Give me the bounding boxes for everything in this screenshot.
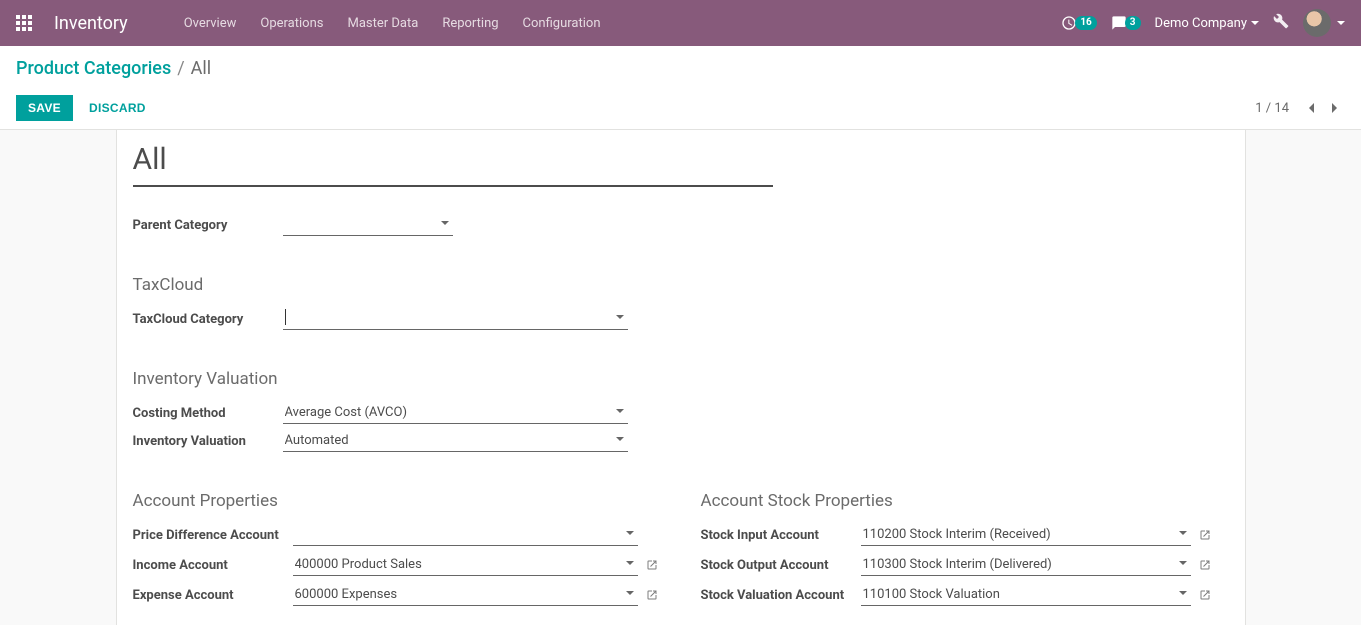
label-stock-output: Stock Output Account — [701, 558, 861, 573]
chevron-right-icon — [1331, 102, 1339, 114]
menu-configuration[interactable]: Configuration — [511, 16, 613, 31]
label-price-diff-account: Price Difference Account — [133, 528, 293, 543]
price-diff-account-input[interactable] — [293, 524, 638, 546]
main-menu: Overview Operations Master Data Reportin… — [172, 16, 613, 31]
caret-down-icon — [1337, 21, 1345, 25]
caret-down-icon — [1251, 21, 1259, 25]
form-sheet: Parent Category TaxCloud TaxCloud Catego… — [116, 130, 1246, 625]
menu-master-data[interactable]: Master Data — [335, 16, 430, 31]
label-stock-input: Stock Input Account — [701, 528, 861, 543]
save-button[interactable]: SAVE — [16, 95, 73, 121]
menu-overview[interactable]: Overview — [172, 16, 249, 31]
company-name: Demo Company — [1155, 16, 1247, 31]
breadcrumb-current: All — [191, 58, 212, 79]
external-link-icon[interactable] — [1199, 559, 1211, 571]
pager: 1 / 14 — [1255, 98, 1345, 118]
label-inventory-valuation: Inventory Valuation — [133, 434, 283, 449]
taxcloud-category-input[interactable] — [283, 308, 628, 330]
label-costing-method: Costing Method — [133, 406, 283, 421]
income-account-input[interactable] — [293, 554, 638, 576]
discard-button[interactable]: DISCARD — [81, 95, 154, 121]
chevron-left-icon — [1307, 102, 1315, 114]
control-panel: Product Categories / All SAVE DISCARD 1 … — [0, 46, 1361, 129]
menu-operations[interactable]: Operations — [248, 16, 335, 31]
pager-text[interactable]: 1 / 14 — [1255, 101, 1289, 116]
form-scroll-area[interactable]: Parent Category TaxCloud TaxCloud Catego… — [0, 129, 1361, 625]
external-link-icon[interactable] — [646, 589, 658, 601]
top-navbar: Inventory Overview Operations Master Dat… — [0, 0, 1361, 46]
activities-button[interactable]: 16 — [1061, 15, 1096, 31]
label-stock-valuation: Stock Valuation Account — [701, 588, 861, 603]
pager-next[interactable] — [1325, 98, 1345, 118]
debug-icon[interactable] — [1273, 13, 1289, 33]
external-link-icon[interactable] — [646, 559, 658, 571]
expense-account-input[interactable] — [293, 584, 638, 606]
parent-category-input[interactable] — [283, 214, 453, 236]
label-parent-category: Parent Category — [133, 218, 283, 233]
stock-input-account-input[interactable] — [861, 524, 1191, 546]
app-brand[interactable]: Inventory — [54, 13, 128, 34]
costing-method-select[interactable] — [283, 402, 628, 424]
section-stock-properties: Account Stock Properties — [701, 491, 1229, 511]
label-income-account: Income Account — [133, 558, 293, 573]
section-inventory-valuation: Inventory Valuation — [133, 369, 1229, 389]
inventory-valuation-select[interactable] — [283, 430, 628, 452]
section-taxcloud: TaxCloud — [133, 275, 1229, 295]
breadcrumb: Product Categories / All — [16, 58, 1345, 79]
activities-count: 16 — [1075, 16, 1096, 30]
text-cursor — [285, 309, 286, 325]
breadcrumb-separator: / — [177, 58, 184, 79]
label-taxcloud-category: TaxCloud Category — [133, 312, 283, 327]
stock-output-account-input[interactable] — [861, 554, 1191, 576]
messages-count: 3 — [1125, 16, 1141, 30]
section-account-properties: Account Properties — [133, 491, 661, 511]
user-menu[interactable] — [1303, 9, 1345, 37]
breadcrumb-parent[interactable]: Product Categories — [16, 58, 171, 79]
label-expense-account: Expense Account — [133, 588, 293, 603]
pager-prev[interactable] — [1301, 98, 1321, 118]
category-name-input[interactable] — [133, 138, 773, 187]
external-link-icon[interactable] — [1199, 529, 1211, 541]
company-switcher[interactable]: Demo Company — [1155, 16, 1259, 31]
user-avatar — [1303, 9, 1331, 37]
menu-reporting[interactable]: Reporting — [430, 16, 510, 31]
messages-button[interactable]: 3 — [1111, 15, 1141, 31]
external-link-icon[interactable] — [1199, 589, 1211, 601]
stock-valuation-account-input[interactable] — [861, 584, 1191, 606]
apps-icon[interactable] — [16, 15, 32, 31]
